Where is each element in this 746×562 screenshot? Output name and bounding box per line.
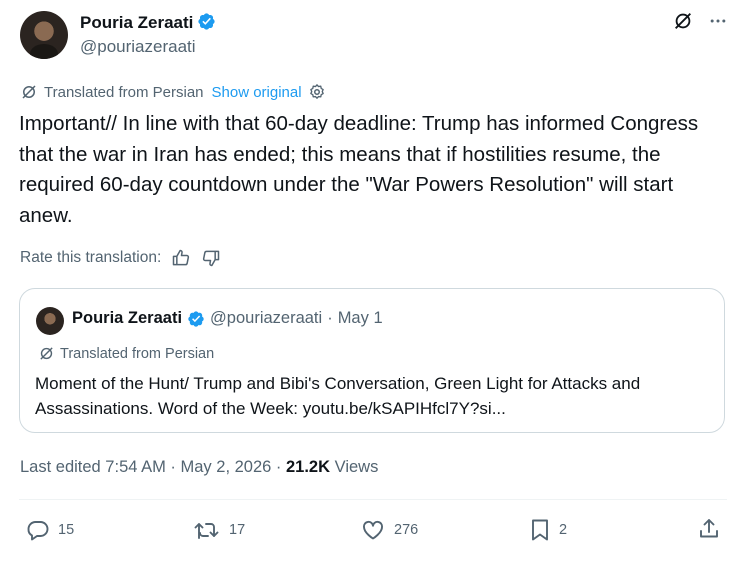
- retweet-icon: [193, 518, 221, 542]
- views-label: Views: [334, 458, 379, 476]
- bookmark-count: 2: [559, 522, 568, 538]
- retweet-count: 17: [229, 522, 246, 538]
- quoted-tweet-text: Moment of the Hunt/ Trump and Bibi's Con…: [35, 374, 641, 418]
- thumbs-down-icon[interactable]: [201, 248, 221, 268]
- author-name[interactable]: Pouria Zeraati: [80, 12, 216, 33]
- like-count: 276: [394, 522, 419, 538]
- bookmark-button[interactable]: 2: [529, 518, 567, 542]
- quoted-author-avatar[interactable]: [36, 307, 64, 335]
- action-bar: 15 17 276 2: [0, 512, 746, 552]
- grok-icon[interactable]: [672, 10, 694, 32]
- tweet-text: Important// In line with that 60-day dea…: [19, 112, 699, 227]
- views-count: 21.2K: [286, 458, 331, 476]
- translation-notice: Translated from Persian Show original: [20, 83, 326, 101]
- retweet-button[interactable]: 17: [193, 518, 245, 542]
- author-handle[interactable]: @pouriazeraati: [80, 37, 196, 57]
- reply-icon: [26, 518, 50, 542]
- heart-icon: [360, 518, 386, 542]
- reply-count: 15: [58, 522, 75, 538]
- translate-icon: [20, 83, 38, 101]
- bookmark-icon: [529, 518, 551, 542]
- rate-translation: Rate this translation:: [20, 248, 221, 268]
- quoted-date[interactable]: May 1: [338, 309, 383, 328]
- author-avatar[interactable]: [20, 11, 68, 59]
- like-button[interactable]: 276: [360, 518, 418, 542]
- show-original-link[interactable]: Show original: [212, 84, 302, 101]
- divider: [19, 499, 727, 500]
- top-actions: [672, 10, 728, 32]
- quoted-tweet-header: Pouria Zeraati @pouriazeraati · May 1: [72, 309, 383, 328]
- quoted-translation-notice: Translated from Persian: [38, 345, 214, 362]
- quoted-translated-label: Translated from Persian: [60, 345, 215, 362]
- author-name-text[interactable]: Pouria Zeraati: [80, 13, 193, 32]
- quoted-separator: ·: [327, 309, 333, 327]
- translated-from-label: Translated from Persian: [44, 83, 204, 101]
- share-icon: [697, 517, 721, 541]
- more-options-icon[interactable]: [708, 11, 728, 31]
- verified-badge-icon: [197, 12, 216, 31]
- quoted-translate-icon: [38, 345, 55, 362]
- reply-button[interactable]: 15: [26, 518, 74, 542]
- share-button[interactable]: [697, 517, 721, 541]
- tweet-meta: Last edited 7:54 AM · May 2, 2026 · 21.2…: [20, 458, 378, 477]
- edited-timestamp[interactable]: Last edited 7:54 AM · May 2, 2026 ·: [20, 458, 281, 476]
- rate-translation-label: Rate this translation:: [20, 249, 162, 266]
- quoted-tweet[interactable]: Pouria Zeraati @pouriazeraati · May 1 Tr…: [19, 288, 725, 433]
- quoted-author-name[interactable]: Pouria Zeraati: [72, 309, 182, 328]
- quoted-author-handle[interactable]: @pouriazeraati: [210, 309, 322, 328]
- translation-settings-icon[interactable]: [308, 83, 326, 101]
- quoted-verified-badge-icon: [187, 310, 205, 328]
- thumbs-up-icon[interactable]: [171, 248, 191, 268]
